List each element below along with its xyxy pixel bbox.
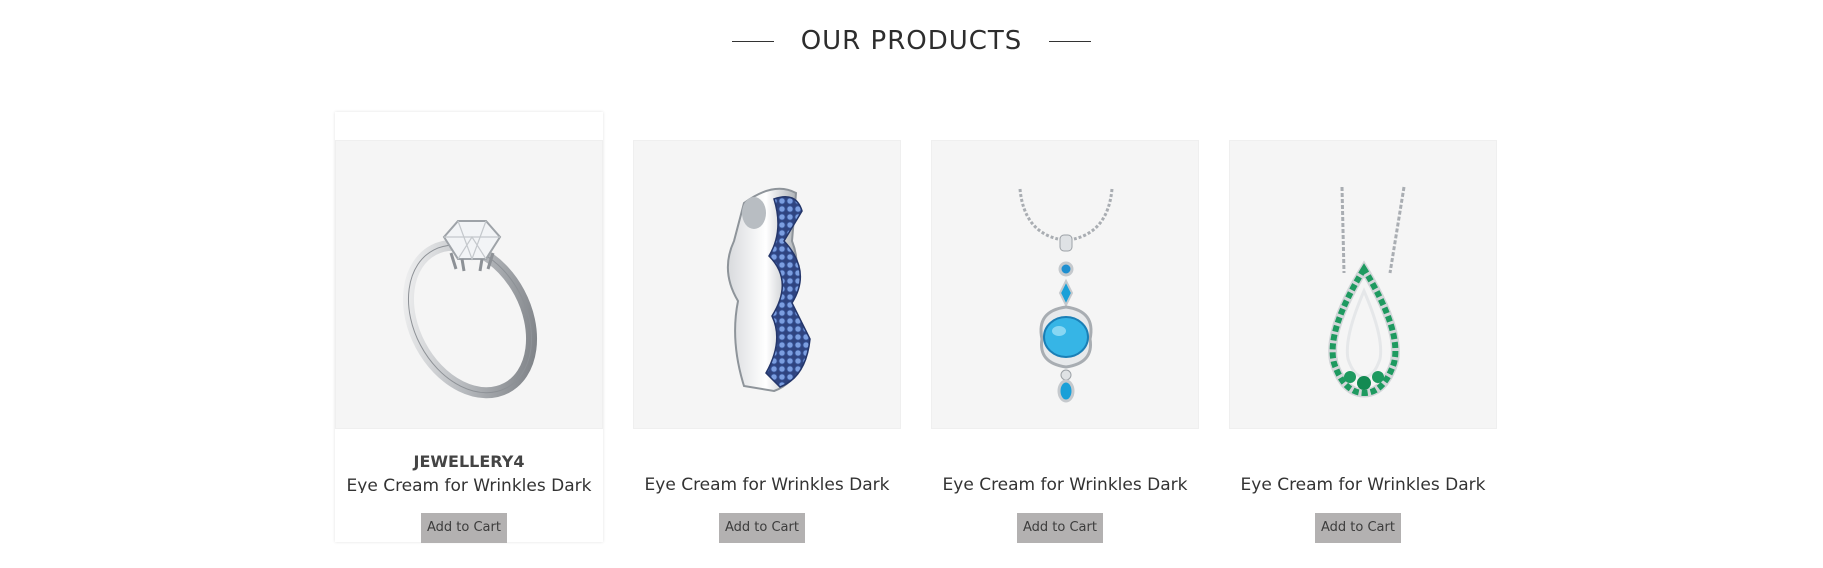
emerald-teardrop-pendant-icon — [1328, 186, 1406, 398]
diamond-ring-icon — [402, 220, 538, 399]
section-heading: OUR PRODUCTS — [0, 26, 1823, 56]
heading-right-rule — [1049, 40, 1092, 42]
product-name[interactable]: Eye Cream for Wrinkles Dark — [931, 475, 1199, 495]
product-card[interactable]: Eye Cream for Wrinkles Dark Add to Cart — [633, 140, 901, 543]
add-to-cart-button[interactable]: Add to Cart — [421, 513, 507, 543]
product-card[interactable]: JEWELLERY4 Eye Cream for Wrinkles Dark A… — [335, 112, 603, 543]
section-title: OUR PRODUCTS — [800, 26, 1023, 56]
product-card[interactable]: Eye Cream for Wrinkles Dark Add to Cart — [931, 140, 1199, 543]
product-image[interactable] — [931, 140, 1199, 429]
add-to-cart-button[interactable]: Add to Cart — [1315, 513, 1401, 543]
product-name[interactable]: Eye Cream for Wrinkles Dark — [633, 475, 901, 495]
product-card[interactable]: Eye Cream for Wrinkles Dark Add to Cart — [1229, 140, 1497, 543]
product-image[interactable] — [633, 140, 901, 429]
add-to-cart-button[interactable]: Add to Cart — [719, 513, 805, 543]
product-image[interactable] — [1229, 140, 1497, 429]
sapphire-band-ring-icon — [726, 187, 811, 393]
product-name[interactable]: Eye Cream for Wrinkles Dark — [335, 475, 603, 493]
add-to-cart-button[interactable]: Add to Cart — [1017, 513, 1103, 543]
product-image[interactable] — [335, 140, 603, 429]
product-brand: JEWELLERY4 — [413, 452, 525, 471]
heading-left-rule — [731, 40, 774, 42]
product-name[interactable]: Eye Cream for Wrinkles Dark — [1229, 475, 1497, 495]
turquoise-pendant-icon — [1018, 188, 1114, 403]
